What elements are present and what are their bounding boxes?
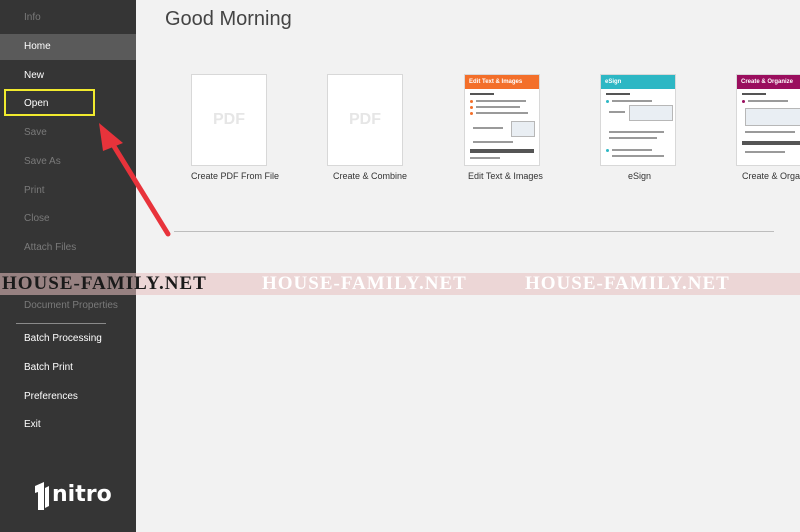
tile-caption-create-organize: Create & Organiz (742, 171, 800, 181)
menu-item-save[interactable]: Save (0, 120, 136, 146)
mini-line (476, 106, 520, 108)
tile-create-pdf-from-file[interactable]: PDF (191, 74, 267, 166)
tile-header-esign: eSign (601, 75, 675, 89)
mini-bullet (606, 100, 609, 103)
mini-bullet (606, 149, 609, 152)
pdf-thumbnail-label: PDF (213, 111, 245, 128)
tile-caption-edit-text-images: Edit Text & Images (468, 171, 543, 181)
nitro-logo-text: nitro (52, 482, 112, 507)
sidebar-separator (16, 323, 106, 324)
tile-caption-create-combine: Create & Combine (333, 171, 408, 181)
mini-line (612, 155, 664, 157)
watermark-text: HOUSE-FAMILY.NET (262, 273, 467, 294)
main-panel: Good Morning PDF Create PDF From File PD… (136, 0, 800, 532)
nitro-logo-icon (35, 482, 49, 510)
mini-screenshot (511, 121, 535, 137)
mini-line (745, 131, 795, 133)
mini-line (473, 127, 503, 129)
menu-item-batch-print[interactable]: Batch Print (0, 355, 136, 381)
mini-bullet (470, 106, 473, 109)
mini-toolbar (742, 141, 800, 145)
mini-line (606, 93, 630, 95)
tile-create-organize[interactable]: Create & Organize (736, 74, 800, 166)
mini-line (748, 100, 788, 102)
mini-line (742, 93, 766, 95)
tile-create-combine[interactable]: PDF (327, 74, 403, 166)
section-divider (174, 231, 774, 232)
tile-header-edit-text-images: Edit Text & Images (465, 75, 539, 89)
mini-line (470, 93, 494, 95)
open-highlight-box (4, 89, 95, 116)
menu-item-save-as[interactable]: Save As (0, 149, 136, 175)
mini-line (612, 100, 652, 102)
mini-bullet (742, 100, 745, 103)
mini-line (473, 141, 513, 143)
mini-line (609, 137, 657, 139)
mini-line (612, 149, 652, 151)
menu-item-print[interactable]: Print (0, 178, 136, 204)
mini-line (609, 111, 625, 113)
mini-line (609, 131, 664, 133)
mini-line (476, 112, 528, 114)
mini-line (745, 151, 785, 153)
mini-line (470, 157, 500, 159)
menu-item-document-properties[interactable]: Document Properties (0, 293, 136, 319)
tile-caption-create-pdf-from-file: Create PDF From File (191, 171, 280, 181)
mini-bullet (470, 100, 473, 103)
menu-item-home[interactable]: Home (0, 34, 136, 60)
sidebar: Info Home New Open Save Save As Print Cl… (0, 0, 136, 532)
tile-esign[interactable]: eSign (600, 74, 676, 166)
nitro-logo: nitro (30, 480, 120, 514)
watermark-text: HOUSE-FAMILY.NET (2, 273, 207, 294)
menu-item-batch-processing[interactable]: Batch Processing (0, 326, 136, 352)
mini-screenshot (745, 108, 800, 126)
page-title: Good Morning (165, 8, 292, 30)
menu-item-close[interactable]: Close (0, 206, 136, 232)
watermark-band: HOUSE-FAMILY.NET HOUSE-FAMILY.NET HOUSE-… (0, 273, 800, 295)
menu-item-attach-files[interactable]: Attach Files (0, 235, 136, 261)
tile-header-create-organize: Create & Organize (737, 75, 800, 89)
mini-screenshot (629, 105, 673, 121)
menu-item-info[interactable]: Info (0, 5, 136, 31)
menu-item-preferences[interactable]: Preferences (0, 384, 136, 410)
tile-caption-esign: eSign (628, 171, 652, 181)
watermark-text: HOUSE-FAMILY.NET (525, 273, 730, 294)
tile-edit-text-images[interactable]: Edit Text & Images (464, 74, 540, 166)
menu-item-exit[interactable]: Exit (0, 412, 136, 438)
menu-item-new[interactable]: New (0, 63, 136, 89)
mini-line (476, 100, 526, 102)
mini-toolbar (470, 149, 534, 153)
mini-bullet (470, 112, 473, 115)
pdf-thumbnail-label: PDF (349, 111, 381, 128)
